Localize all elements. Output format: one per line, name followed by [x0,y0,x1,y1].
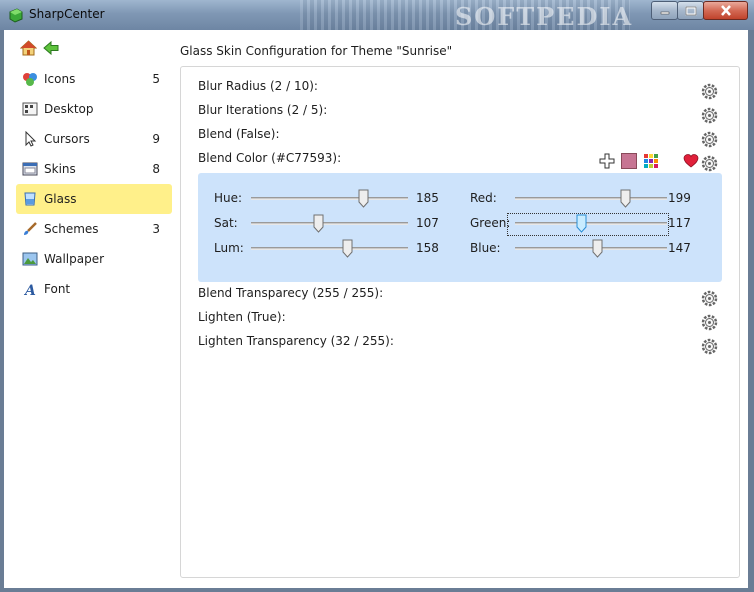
lighten-label[interactable]: Lighten (True): [198,310,286,324]
red-value: 199 [668,191,691,205]
color-swatch[interactable] [621,153,637,169]
gear-icon[interactable] [701,155,718,172]
sat-value: 107 [416,216,439,230]
green-slider-row: Green: 117 [470,213,700,236]
sidebar-item-cursors[interactable]: Cursors 9 [16,124,172,154]
red-slider-thumb[interactable] [620,189,631,208]
green-label: Green: [470,216,511,230]
favorite-heart-icon[interactable] [683,153,699,169]
sidebar-item-label: Wallpaper [44,252,105,266]
minimize-icon [660,11,669,14]
sidebar-item-skins[interactable]: Skins 8 [16,154,172,184]
sidebar-item-schemes[interactable]: Schemes 3 [16,214,172,244]
window-client: Icons 5 Desktop Cursors 9 Skins 8 Glass … [4,30,748,588]
sidebar-item-glass[interactable]: Glass [16,184,172,214]
sidebar-item-label: Icons [44,72,76,86]
maximize-icon [685,6,696,15]
hue-label: Hue: [214,191,243,205]
icons-icon [23,73,37,86]
close-button[interactable] [703,1,748,20]
green-slider-thumb[interactable] [576,214,587,233]
sidebar-item-icons[interactable]: Icons 5 [16,64,172,94]
brush-icon [24,222,37,235]
sidebar-item-count: 5 [152,72,160,86]
sidebar-item-label: Cursors [44,132,90,146]
gear-icon[interactable] [701,338,718,355]
blue-value: 147 [668,241,691,255]
lum-slider-thumb[interactable] [342,239,353,258]
page-title: Glass Skin Configuration for Theme "Sunr… [180,44,453,58]
green-value: 117 [668,216,691,230]
hue-slider-row: Hue: 185 [214,189,444,209]
sat-slider-thumb[interactable] [313,214,324,233]
close-icon [720,5,731,16]
maximize-button[interactable] [677,1,704,20]
gear-icon[interactable] [701,131,718,148]
window-title: SharpCenter [29,7,105,21]
blue-slider-thumb[interactable] [592,239,603,258]
lighten-transparency-label[interactable]: Lighten Transparency (32 / 255): [198,334,394,348]
wallpaper-icon [22,252,38,266]
blue-label: Blue: [470,241,501,255]
sidebar-item-count: 3 [152,222,160,236]
hue-value: 185 [416,191,439,205]
gear-icon[interactable] [701,83,718,100]
desktop-icon [22,102,38,116]
sidebar-item-desktop[interactable]: Desktop [16,94,172,124]
sidebar-item-count: 8 [152,162,160,176]
app-icon [9,8,23,23]
sidebar: Icons 5 Desktop Cursors 9 Skins 8 Glass … [16,64,172,304]
sidebar-item-font[interactable]: A Font [16,274,172,304]
skins-icon [22,162,38,176]
color-sliders-panel: Hue: 185 Sat: 107 Lum: 158 Red: 199 Gree… [198,173,722,282]
lum-track[interactable] [251,247,408,250]
watermark: SOFTPEDIA [455,2,634,31]
blend-transparency-label[interactable]: Blend Transparecy (255 / 255): [198,286,383,300]
sidebar-item-label: Schemes [44,222,99,236]
color-palette-icon[interactable] [643,153,659,169]
font-icon: A [23,283,36,297]
blur-iterations-label[interactable]: Blur Iterations (2 / 5): [198,103,327,117]
green-track[interactable] [515,222,667,225]
red-track[interactable] [515,197,667,200]
sidebar-item-wallpaper[interactable]: Wallpaper [16,244,172,274]
settings-panel: Blur Radius (2 / 10): Blur Iterations (2… [180,66,740,578]
sidebar-item-label: Font [44,282,71,296]
lum-value: 158 [416,241,439,255]
gear-icon[interactable] [701,290,718,307]
sat-slider-row: Sat: 107 [214,214,444,234]
sidebar-item-count: 9 [152,132,160,146]
blue-slider-row: Blue: 147 [470,239,700,259]
red-slider-row: Red: 199 [470,189,700,209]
title-bar[interactable]: SOFTPEDIA SharpCenter [0,0,754,31]
blend-color-label[interactable]: Blend Color (#C77593): [198,151,341,165]
sat-track[interactable] [251,222,408,225]
gear-icon[interactable] [701,107,718,124]
sidebar-item-label: Desktop [44,102,94,116]
gear-icon[interactable] [701,314,718,331]
add-icon[interactable] [599,153,615,169]
blend-label[interactable]: Blend (False): [198,127,280,141]
red-label: Red: [470,191,497,205]
home-icon[interactable] [20,40,37,56]
blend-color-tools [599,153,699,169]
back-arrow-icon[interactable] [43,40,59,56]
glass-icon [24,192,36,206]
svg-text:A: A [23,283,36,297]
sidebar-item-label: Glass [44,192,77,206]
blue-track[interactable] [515,247,667,250]
hue-track[interactable] [251,197,408,200]
blur-radius-label[interactable]: Blur Radius (2 / 10): [198,79,318,93]
sidebar-item-label: Skins [44,162,76,176]
minimize-button[interactable] [651,1,678,20]
sat-label: Sat: [214,216,238,230]
cursor-icon [25,131,37,147]
hue-slider-thumb[interactable] [358,189,369,208]
lum-slider-row: Lum: 158 [214,239,444,259]
lum-label: Lum: [214,241,244,255]
